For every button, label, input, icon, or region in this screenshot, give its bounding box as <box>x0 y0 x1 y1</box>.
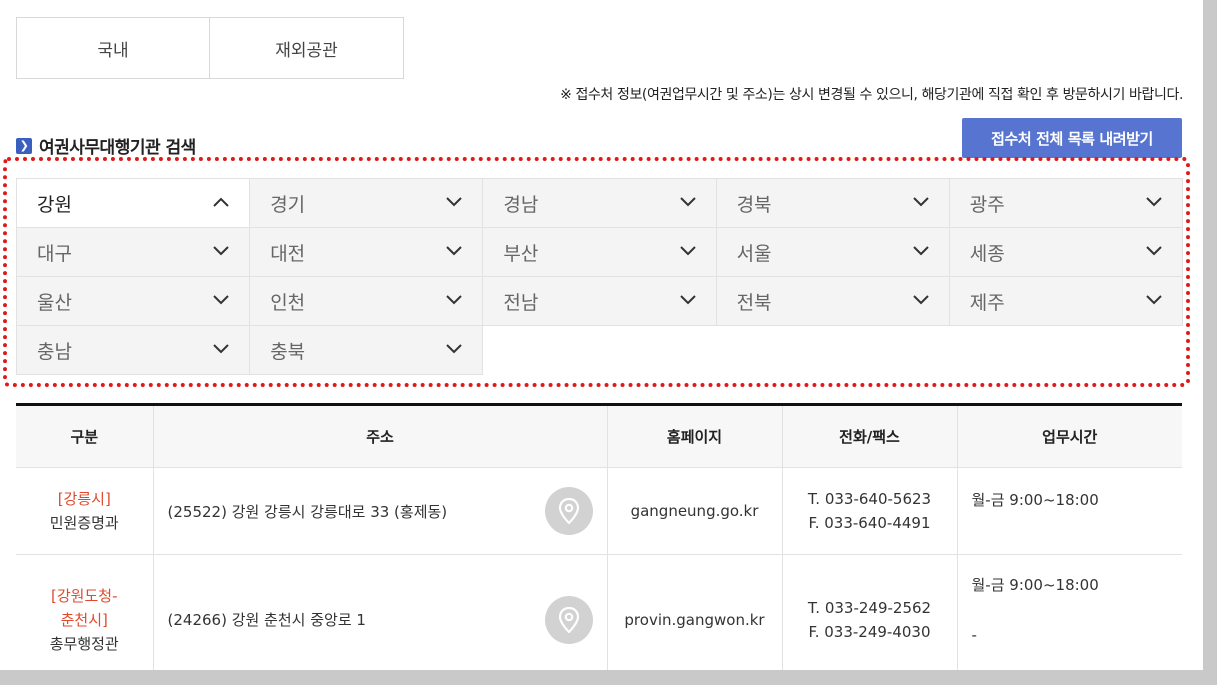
region-label: 전남 <box>503 291 539 314</box>
chevron-down-icon <box>446 293 463 309</box>
chevron-down-icon <box>1146 195 1162 211</box>
phone-text: T. 033-640-5623 <box>807 490 932 508</box>
chevron-down-icon <box>913 293 929 309</box>
section-title: ❯ 여권사무대행기관 검색 <box>16 133 196 158</box>
region-label: 대구 <box>37 242 72 265</box>
region-item[interactable]: 경남 <box>482 178 717 228</box>
region-item[interactable]: 울산 <box>16 276 251 326</box>
region-label: 서울 <box>736 242 772 265</box>
region-label: 울산 <box>37 291 72 314</box>
region-item[interactable]: 강원 <box>16 178 251 228</box>
region-label: 경기 <box>270 193 306 216</box>
region-item[interactable]: 세종 <box>948 227 1183 277</box>
hours-text: 월-금 9:00~18:00 <box>971 491 1099 509</box>
region-item[interactable]: 제주 <box>948 276 1183 326</box>
region-label: 광주 <box>969 193 1005 216</box>
page: 국내 재외공관 ※ 접수처 정보(여권업무시간 및 주소)는 상시 변경될 수 … <box>0 0 1203 670</box>
tab-domestic[interactable]: 국내 <box>16 17 210 79</box>
chevron-down-icon <box>913 195 929 211</box>
notice-text: ※ 접수처 정보(여권업무시간 및 주소)는 상시 변경될 수 있으니, 해당기… <box>560 87 1183 103</box>
division-cell: [강릉시] 민원증명과 <box>16 467 154 555</box>
chevron-down-icon <box>1146 244 1162 260</box>
header-homepage: 홈페이지 <box>607 404 783 468</box>
address-cell: (24266) 강원 춘천시 중앙로 1 <box>153 554 608 670</box>
header-hours: 업무시간 <box>957 404 1182 468</box>
region-item[interactable]: 인천 <box>249 276 484 326</box>
fax-text: F. 033-640-4491 <box>808 514 931 532</box>
region-item[interactable]: 전남 <box>482 276 717 326</box>
hours-text: 월-금 9:00~18:00 <box>971 576 1099 594</box>
region-label: 경북 <box>736 193 772 216</box>
region-label: 제주 <box>969 291 1005 314</box>
table-header-row: 구분 주소 홈페이지 전화/팩스 업무시간 <box>16 404 1182 468</box>
chevron-right-icon: ❯ <box>16 137 32 154</box>
fax-text: F. 033-249-4030 <box>808 622 931 641</box>
region-item[interactable]: 서울 <box>715 227 950 277</box>
division-name: 총무행정관 <box>49 634 119 653</box>
address-text: (25522) 강원 강릉시 강릉대로 33 (홍제동) <box>167 502 448 521</box>
division-tag: 춘천시] <box>60 610 108 629</box>
region-label: 충북 <box>270 340 306 363</box>
hours-cell: 월-금 9:00~18:00 <box>957 467 1182 555</box>
region-item[interactable]: 광주 <box>948 178 1183 228</box>
region-label: 경남 <box>503 193 539 216</box>
office-table: 구분 주소 홈페이지 전화/팩스 업무시간 [강릉시] 민원증명과 (25522… <box>16 403 1182 670</box>
phone-cell: T. 033-249-2562 F. 033-249-4030 <box>782 554 958 670</box>
chevron-down-icon <box>913 244 929 260</box>
header-division: 구분 <box>16 404 154 468</box>
region-item[interactable]: 부산 <box>482 227 717 277</box>
region-grid: 강원 경기 경남 경북 광주대구 대전 부산 서울 세종울산 인천 전남 전북 제주충남 충북 <box>16 178 1183 375</box>
chevron-down-icon <box>679 244 696 260</box>
chevron-down-icon <box>679 195 696 211</box>
region-item[interactable]: 충북 <box>249 325 484 375</box>
chevron-down-icon <box>213 244 229 260</box>
map-pin-icon[interactable] <box>544 595 593 644</box>
phone-text: T. 033-249-2562 <box>807 598 932 617</box>
region-item[interactable]: 대전 <box>249 227 484 277</box>
chevron-down-icon <box>1146 293 1162 309</box>
region-label: 전북 <box>736 291 772 314</box>
region-label: 대전 <box>270 242 306 265</box>
region-label: 인천 <box>270 291 306 314</box>
region-item[interactable]: 전북 <box>715 276 950 326</box>
chevron-down-icon <box>446 195 463 211</box>
chevron-up-icon <box>213 195 229 211</box>
region-label: 세종 <box>969 242 1005 265</box>
download-list-button[interactable]: 접수처 전체 목록 내려받기 <box>962 118 1182 158</box>
region-label: 충남 <box>37 340 72 363</box>
phone-cell: T. 033-640-5623 F. 033-640-4491 <box>782 467 958 555</box>
chevron-down-icon <box>446 342 463 358</box>
homepage-cell: gangneung.go.kr <box>607 467 783 555</box>
division-name: 민원증명과 <box>49 514 119 532</box>
region-label: 강원 <box>37 193 72 216</box>
chevron-down-icon <box>446 244 463 260</box>
chevron-down-icon <box>213 342 229 358</box>
tab-bar: 국내 재외공관 <box>16 17 404 79</box>
region-item[interactable]: 경북 <box>715 178 950 228</box>
address-text: (24266) 강원 춘천시 중앙로 1 <box>167 611 366 629</box>
tab-overseas[interactable]: 재외공관 <box>210 17 404 79</box>
division-cell: [강원도청- 춘천시] 총무행정관 <box>16 554 154 670</box>
region-item[interactable]: 대구 <box>16 227 251 277</box>
section-title-label: 여권사무대행기관 검색 <box>39 138 196 158</box>
division-tag: [강릉시] <box>57 490 111 508</box>
homepage-link[interactable]: gangneung.go.kr <box>631 502 759 520</box>
address-cell: (25522) 강원 강릉시 강릉대로 33 (홍제동) <box>153 467 608 555</box>
region-item[interactable]: 충남 <box>16 325 251 375</box>
hours-cell: 월-금 9:00~18:00 - <box>957 554 1182 670</box>
region-label: 부산 <box>503 242 539 265</box>
homepage-link[interactable]: provin.gangwon.kr <box>624 611 764 629</box>
map-pin-icon[interactable] <box>544 487 593 535</box>
hours-extra: - <box>971 626 977 644</box>
table-row: [강릉시] 민원증명과 (25522) 강원 강릉시 강릉대로 33 (홍제동) <box>16 467 1182 555</box>
table-row: [강원도청- 춘천시] 총무행정관 (24266) 강원 춘천시 중앙로 1 p… <box>16 554 1182 670</box>
chevron-down-icon <box>679 293 696 309</box>
chevron-down-icon <box>213 293 229 309</box>
division-tag: [강원도청- <box>51 586 118 605</box>
header-phone-fax: 전화/팩스 <box>782 404 958 468</box>
header-address: 주소 <box>153 404 608 468</box>
homepage-cell: provin.gangwon.kr <box>607 554 783 670</box>
region-item[interactable]: 경기 <box>249 178 484 228</box>
